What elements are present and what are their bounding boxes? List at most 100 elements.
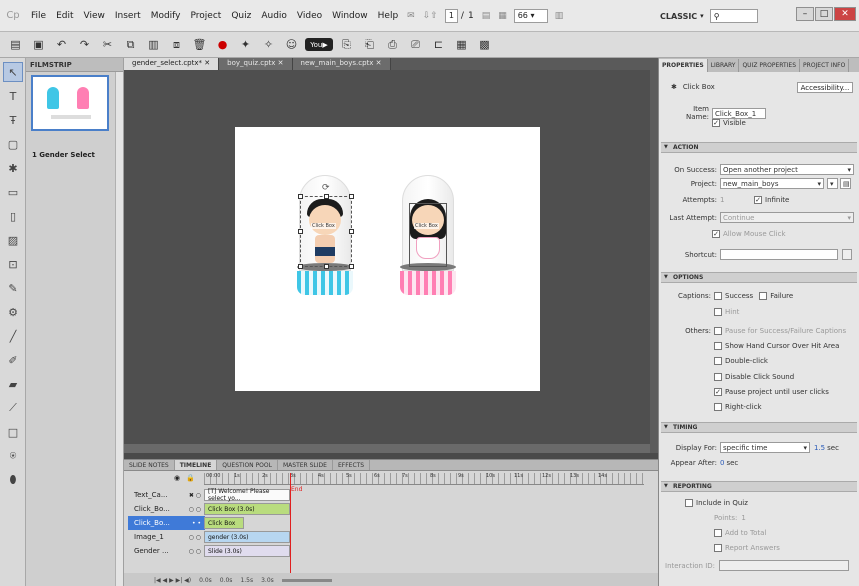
timeline-bar-slide[interactable]: Slide (3.0s): [204, 545, 290, 557]
menu-audio[interactable]: Audio: [256, 11, 292, 21]
text-caption-icon[interactable]: T: [3, 86, 23, 106]
hand-cursor-checkbox[interactable]: [714, 342, 722, 350]
resize-handle[interactable]: [298, 229, 303, 234]
success-checkbox[interactable]: [714, 292, 722, 300]
zoom-slider[interactable]: [281, 578, 332, 582]
button-tool-icon[interactable]: ▭: [3, 182, 23, 202]
layer-row[interactable]: Click_Bo... ○ ○: [128, 502, 205, 516]
playback-controls-icon[interactable]: |◀ ◀ ▶ ▶| ◀): [154, 577, 191, 584]
resize-handle[interactable]: [324, 194, 329, 199]
stage-h-scrollbar[interactable]: [124, 444, 658, 453]
tab-library[interactable]: LIBRARY: [708, 58, 740, 72]
add-total-row[interactable]: Add to Total: [714, 529, 766, 537]
save-icon[interactable]: ▣: [29, 35, 48, 54]
menu-quiz[interactable]: Quiz: [226, 11, 256, 21]
visible-checkbox[interactable]: ✓: [712, 119, 720, 127]
shortcut-field[interactable]: [720, 249, 838, 260]
filmstrip-icon[interactable]: ▤: [6, 35, 25, 54]
timeline-bar-click-box-1[interactable]: Click Box (3.0s): [204, 503, 290, 515]
widget-icon[interactable]: ⚙: [3, 302, 23, 322]
tab-project-info[interactable]: PROJECT INFO: [800, 58, 850, 72]
interaction-id-field[interactable]: [719, 560, 850, 571]
menu-help[interactable]: Help: [373, 11, 404, 21]
right-click-checkbox[interactable]: [714, 403, 722, 411]
selected-click-box[interactable]: ⟳: [298, 183, 354, 269]
browse-folder-icon[interactable]: ▤: [840, 178, 851, 189]
tab-slide-notes[interactable]: SLIDE NOTES: [124, 460, 175, 470]
effects-icon[interactable]: ✦: [236, 35, 255, 54]
add-total-checkbox[interactable]: [714, 529, 722, 537]
rotate-handle-icon[interactable]: ⟳: [322, 183, 330, 193]
publish-icon-1[interactable]: ⎘: [337, 35, 356, 54]
align-icon[interactable]: ⊏: [429, 35, 448, 54]
filmstrip-scrollbar[interactable]: [115, 72, 123, 586]
eye-icon[interactable]: ◉: [174, 474, 180, 482]
accessibility-button[interactable]: Accessibility...: [797, 82, 853, 93]
copy-icon[interactable]: ⧉: [121, 35, 140, 54]
layer-row[interactable]: Gender ... ○ ○: [128, 544, 205, 558]
pause-caption-checkbox[interactable]: [714, 327, 722, 335]
layer-row-selected[interactable]: Click_Bo... • •: [128, 516, 205, 530]
stroke-color-icon[interactable]: ⟋: [3, 398, 23, 418]
menu-edit[interactable]: Edit: [51, 11, 78, 21]
allow-mouse-row[interactable]: ✓ Allow Mouse Click: [712, 230, 786, 238]
layer-toggles[interactable]: ○ ○: [189, 534, 201, 541]
time-field-4[interactable]: 3.0s: [261, 577, 274, 584]
failure-checkbox[interactable]: [759, 292, 768, 300]
layer-toggles[interactable]: ✖ ○: [189, 492, 201, 499]
pause-project-checkbox[interactable]: ✓: [714, 388, 722, 396]
people-icon[interactable]: ☺: [282, 35, 301, 54]
timeline-bar-click-box-2[interactable]: Click Box: [204, 517, 244, 529]
tab-question-pool[interactable]: QUESTION POOL: [217, 460, 278, 470]
lock-icon[interactable]: 🔒: [186, 474, 195, 482]
time-field-3[interactable]: 1.5s: [240, 577, 253, 584]
resize-handle[interactable]: [324, 264, 329, 269]
shortcut-clear-button[interactable]: [842, 249, 852, 260]
points-value[interactable]: 1: [741, 514, 745, 522]
report-answers-checkbox[interactable]: [714, 544, 722, 552]
click-box-icon[interactable]: ✱: [3, 158, 23, 178]
include-quiz-checkbox[interactable]: [685, 499, 693, 507]
double-click-checkbox[interactable]: [714, 357, 722, 365]
tab-boy-quiz[interactable]: boy_quiz.cptx ✕: [219, 58, 293, 70]
swatch-icon[interactable]: □: [3, 422, 23, 442]
page-current-field[interactable]: 1: [444, 8, 458, 23]
tab-timeline[interactable]: TIMELINE: [174, 460, 218, 470]
hand-cursor-row[interactable]: Show Hand Cursor Over Hit Area: [714, 342, 839, 350]
pause-project-row[interactable]: ✓ Pause project until user clicks: [714, 388, 829, 396]
infinite-checkbox[interactable]: ✓: [754, 196, 762, 204]
section-action[interactable]: ACTION: [661, 142, 857, 153]
project-options-button[interactable]: ▾: [827, 178, 838, 189]
paste-icon[interactable]: ▥: [144, 35, 163, 54]
item-name-field[interactable]: Click_Box_1: [712, 107, 766, 119]
menu-view[interactable]: View: [79, 11, 110, 21]
eyedropper-icon[interactable]: ⍟: [3, 446, 23, 466]
menu-video[interactable]: Video: [292, 11, 327, 21]
last-attempt-select[interactable]: Continue ▾: [720, 212, 854, 223]
visible-row[interactable]: ✓ Visible: [712, 119, 746, 127]
highlight-box-icon[interactable]: ▢: [3, 134, 23, 154]
tab-effects[interactable]: EFFECTS: [333, 460, 371, 470]
menu-window[interactable]: Window: [327, 11, 373, 21]
text-entry-icon[interactable]: ▯: [3, 206, 23, 226]
image-tool-icon[interactable]: ▨: [3, 230, 23, 250]
close-icon[interactable]: ✕: [376, 59, 382, 67]
duplicate-icon[interactable]: ⧈: [167, 35, 186, 54]
double-click-row[interactable]: Double-click: [714, 357, 768, 365]
slide-canvas[interactable]: Click Box Click Box ⟳: [235, 127, 540, 391]
section-timing[interactable]: TIMING: [661, 422, 857, 433]
close-button[interactable]: ✕: [834, 7, 856, 21]
maximize-button[interactable]: □: [815, 7, 833, 21]
rollover-caption-icon[interactable]: Ŧ: [3, 110, 23, 130]
grid-toggle-icon[interactable]: ▩: [475, 35, 494, 54]
delete-icon[interactable]: 🗑: [190, 35, 209, 54]
publish-icon-4[interactable]: ⎚: [406, 35, 425, 54]
layer-toggles[interactable]: • •: [192, 520, 201, 527]
include-quiz-row[interactable]: Include in Quiz: [685, 499, 748, 507]
mail-icon[interactable]: ✉: [407, 11, 415, 21]
preview-icon[interactable]: ▤: [482, 11, 491, 21]
undo-icon[interactable]: ↶: [52, 35, 71, 54]
select-tool-icon[interactable]: ↖: [3, 62, 23, 82]
project-select[interactable]: new_main_boys ▾: [720, 178, 824, 189]
redo-icon[interactable]: ↷: [75, 35, 94, 54]
